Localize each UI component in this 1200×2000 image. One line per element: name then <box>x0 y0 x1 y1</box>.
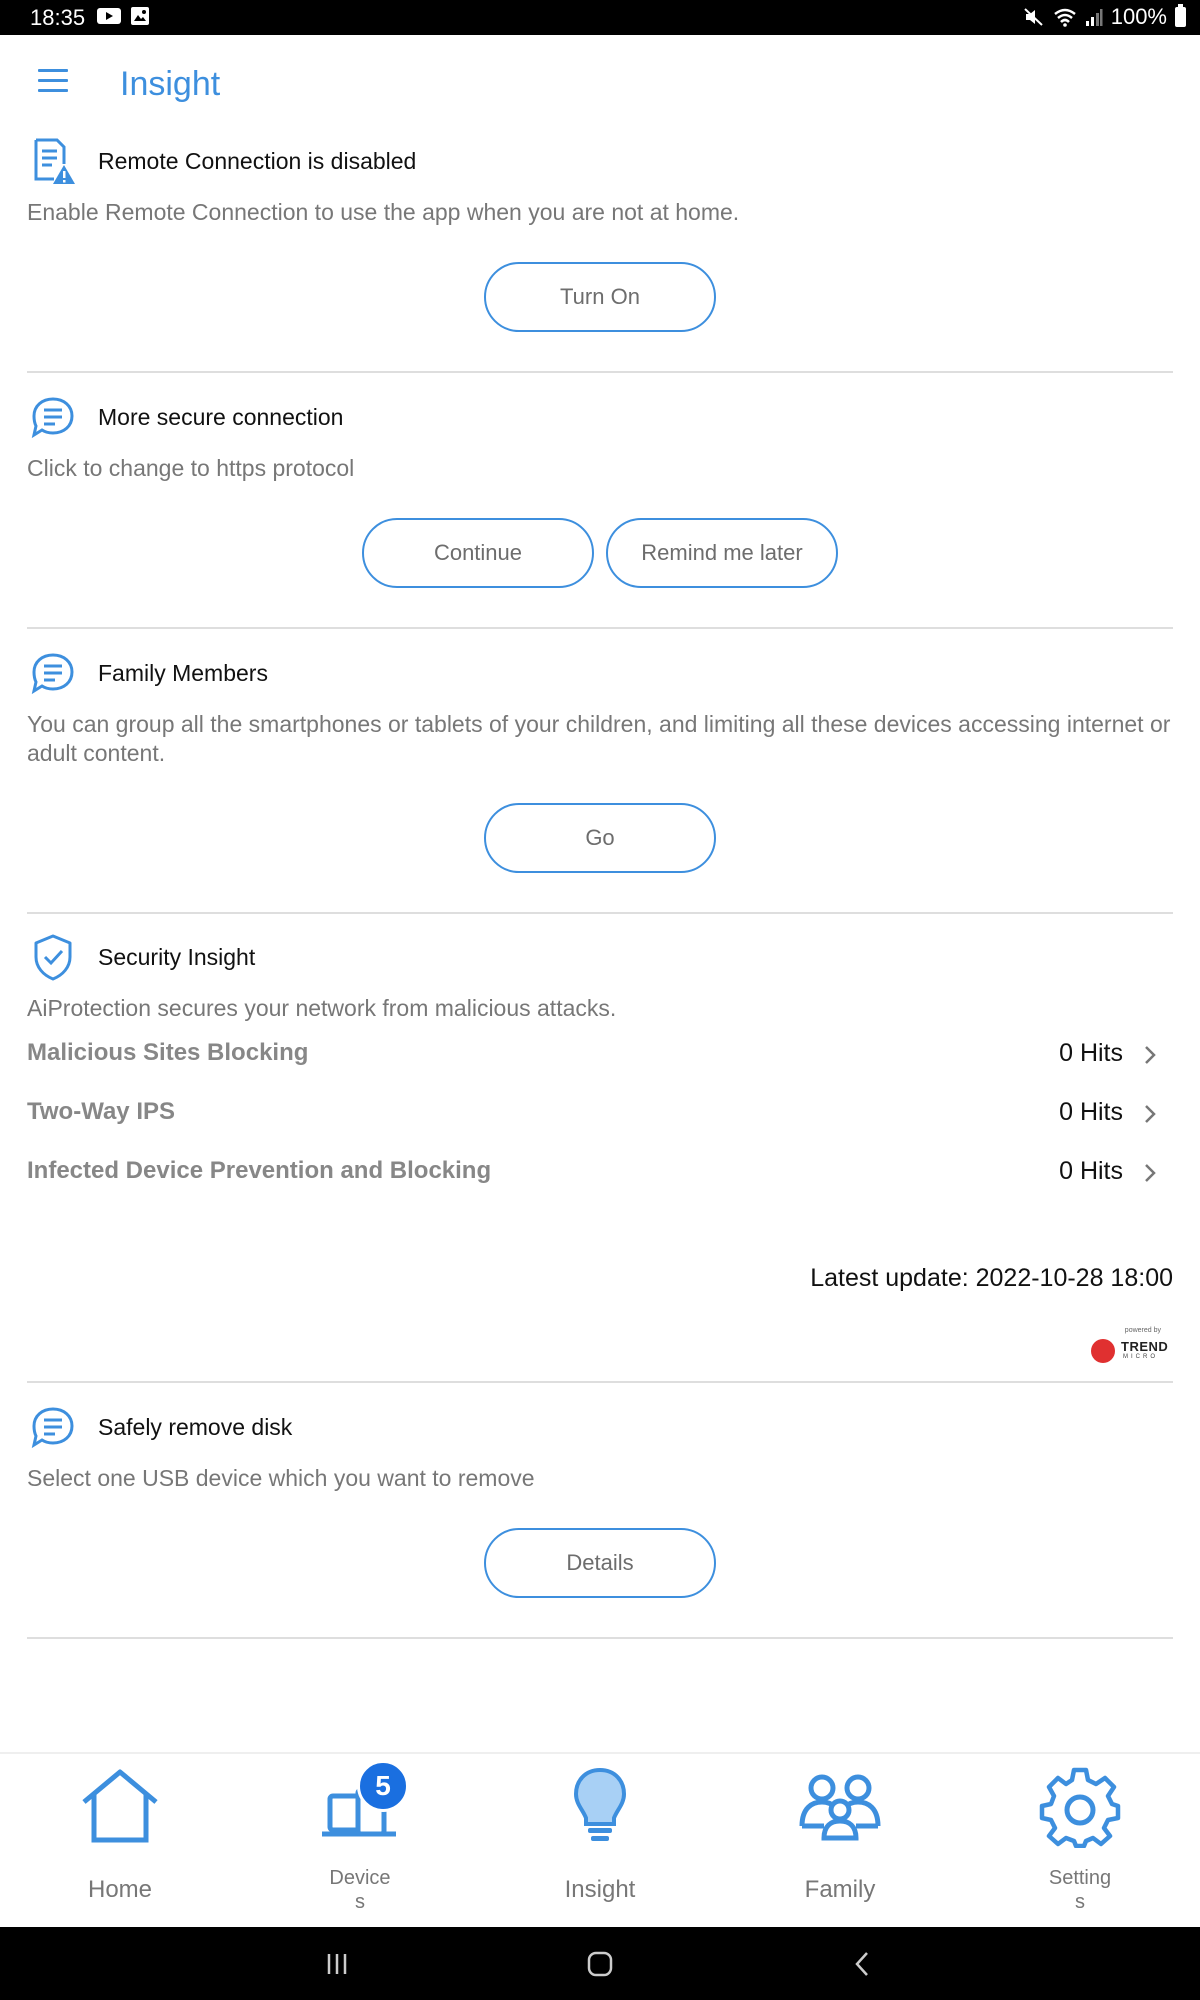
chevron-right-icon <box>1145 1046 1156 1064</box>
section-description: Enable Remote Connection to use the app … <box>27 199 740 225</box>
turn-on-button[interactable]: Turn On <box>484 262 716 332</box>
notification-icons <box>96 6 150 26</box>
nav-label: Insight <box>564 1876 636 1903</box>
family-members-card: Family Members You can group all the sma… <box>27 647 1173 914</box>
home-system-icon[interactable] <box>587 1951 613 1977</box>
section-description: Click to change to https protocol <box>27 455 355 481</box>
section-title: Security Insight <box>98 944 256 970</box>
nav-label: Family <box>804 1876 876 1903</box>
malicious-sites-row[interactable]: Malicious Sites Blocking 0 Hits <box>27 1029 1173 1088</box>
battery-percent: 100% <box>1110 4 1167 29</box>
status-time: 18:35 <box>30 5 86 30</box>
chevron-right-icon <box>1145 1164 1156 1182</box>
gear-icon <box>1039 1767 1121 1848</box>
hit-count: 0 Hits <box>1059 1098 1123 1126</box>
mute-icon <box>1024 8 1043 26</box>
go-button[interactable]: Go <box>484 803 716 873</box>
nav-label: Device s <box>329 1867 391 1913</box>
infected-device-row[interactable]: Infected Device Prevention and Blocking … <box>27 1147 1173 1206</box>
gallery-notification-icon <box>131 7 149 25</box>
two-way-ips-row[interactable]: Two-Way IPS 0 Hits <box>27 1088 1173 1147</box>
hit-count: 0 Hits <box>1059 1157 1123 1185</box>
section-title: Family Members <box>98 660 268 686</box>
chat-icon <box>31 653 74 695</box>
back-icon[interactable] <box>852 1951 874 1977</box>
hit-count: 0 Hits <box>1059 1039 1123 1067</box>
hit-label: Malicious Sites Blocking <box>27 1039 309 1066</box>
lightbulb-icon <box>573 1767 627 1841</box>
nav-label: Home <box>87 1876 153 1903</box>
document-warning-icon <box>34 138 75 184</box>
hit-label: Infected Device Prevention and Blocking <box>27 1157 492 1184</box>
page-title: Insight <box>120 65 221 103</box>
remote-connection-card: Remote Connection is disabled Enable Rem… <box>27 135 1173 373</box>
chat-icon <box>31 397 74 439</box>
security-insight-card: Security Insight AiProtection secures yo… <box>27 931 1173 1383</box>
battery-icon <box>1175 4 1186 27</box>
nav-insight[interactable]: Insight <box>480 1754 720 1929</box>
chevron-right-icon <box>1145 1105 1156 1123</box>
details-button[interactable]: Details <box>484 1528 716 1598</box>
wifi-icon <box>1053 8 1076 27</box>
section-title: Remote Connection is disabled <box>98 148 417 174</box>
app-bar: Insight <box>0 35 1200 135</box>
signal-icon <box>1085 9 1103 26</box>
section-description: Select one USB device which you want to … <box>27 1465 535 1491</box>
hit-label: Two-Way IPS <box>27 1098 176 1125</box>
shield-check-icon <box>34 934 72 981</box>
section-title: Safely remove disk <box>98 1414 293 1440</box>
nav-devices[interactable]: 5 Device s <box>240 1754 480 1929</box>
secure-connection-card: More secure connection Click to change t… <box>27 391 1173 629</box>
menu-icon[interactable] <box>38 69 70 97</box>
safely-remove-disk-card: Safely remove disk Select one USB device… <box>27 1401 1173 1639</box>
home-icon <box>82 1769 158 1843</box>
continue-button[interactable]: Continue <box>362 518 594 588</box>
nav-family[interactable]: Family <box>720 1754 960 1929</box>
section-description: You can group all the smartphones or tab… <box>27 711 1171 766</box>
recent-apps-icon[interactable] <box>325 1952 349 1976</box>
nav-settings[interactable]: Setting s <box>960 1754 1200 1929</box>
devices-count-badge: 5 <box>357 1760 409 1812</box>
section-description: AiProtection secures your network from m… <box>27 995 617 1021</box>
trend-micro-logo: powered by TREND MICRO <box>1091 1327 1173 1365</box>
status-bar: 18:35 100% <box>0 0 1200 35</box>
bottom-navigation: Home 5 Device s Insight Family Setting s <box>0 1752 1200 1929</box>
remind-me-later-button[interactable]: Remind me later <box>606 518 838 588</box>
section-title: More secure connection <box>98 404 344 430</box>
latest-update: Latest update: 2022-10-28 18:00 <box>810 1264 1173 1292</box>
nav-label: Setting s <box>1048 1867 1112 1913</box>
nav-home[interactable]: Home <box>0 1754 240 1929</box>
system-navigation-bar <box>0 1927 1200 2000</box>
youtube-notification-icon <box>97 8 121 24</box>
family-icon <box>799 1774 881 1841</box>
chat-icon <box>31 1407 74 1449</box>
